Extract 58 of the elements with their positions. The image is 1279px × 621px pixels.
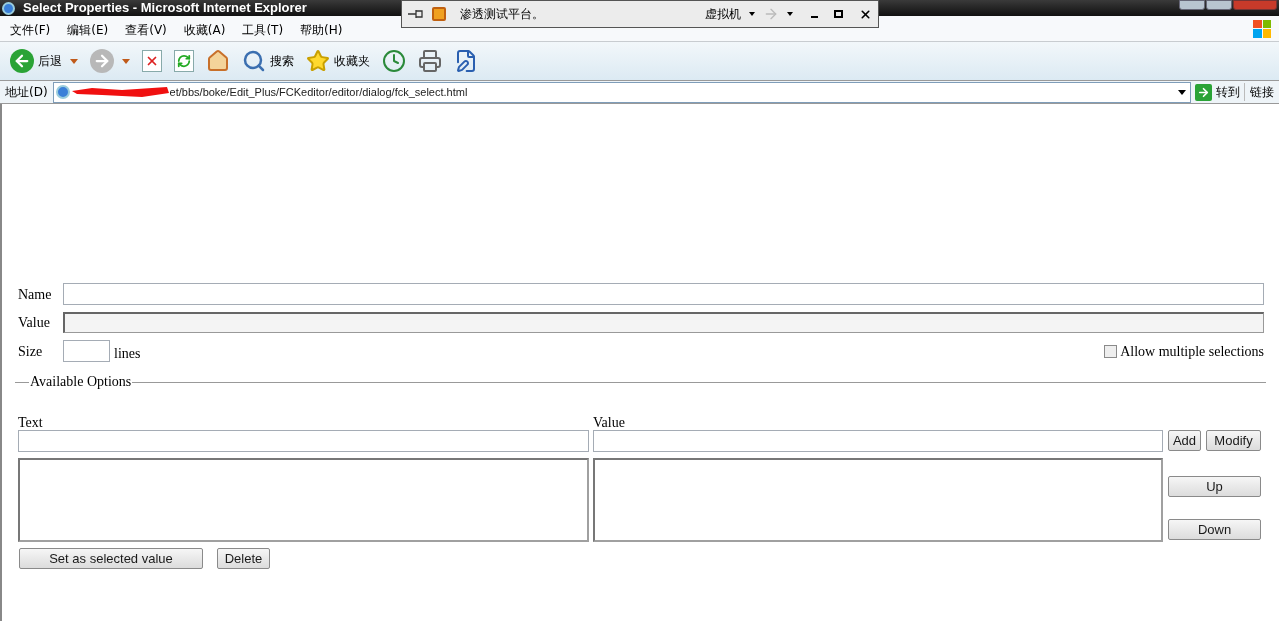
toolbar-label[interactable]: 收藏夹: [334, 52, 370, 70]
add-button[interactable]: Add: [1168, 430, 1201, 451]
maximize-button[interactable]: [1206, 0, 1232, 10]
name-label: Name: [18, 285, 53, 304]
window-title: Select Properties - Microsoft Internet Explorer: [23, 0, 307, 18]
multiple-checkbox[interactable]: [1104, 344, 1118, 358]
windows-logo-icon: [1253, 19, 1271, 38]
dropdown-caret-icon[interactable]: [787, 12, 793, 16]
pin-icon[interactable]: [408, 9, 424, 19]
vm-menu[interactable]: 虚拟机: [705, 5, 741, 23]
close-icon[interactable]: [859, 7, 872, 21]
dropdown-caret-icon[interactable]: [749, 12, 755, 16]
minimize-button[interactable]: [1179, 0, 1205, 10]
page-icon: [55, 85, 70, 99]
multiple-label: Allow multiple selections: [1120, 342, 1264, 361]
down-button[interactable]: Down: [1168, 519, 1261, 540]
toolbar-label[interactable]: 后退: [38, 52, 62, 70]
go-button[interactable]: 转到: [1191, 81, 1244, 103]
menu-item[interactable]: 帮助(H): [300, 21, 343, 39]
menu-item[interactable]: 查看(V): [125, 21, 167, 39]
address-field[interactable]: et/bbs/boke/Edit_Plus/FCKeditor/editor/dialog/fck_select.html: [52, 81, 1191, 103]
name-field[interactable]: [63, 283, 1264, 305]
ie-logo-icon: [2, 1, 15, 15]
refresh-icon[interactable]: [174, 50, 194, 72]
fieldset-legend: Available Options: [29, 375, 133, 389]
home-icon[interactable]: [206, 49, 230, 73]
toolbar-label[interactable]: 搜索: [270, 52, 294, 70]
dropdown-caret-icon[interactable]: [1178, 89, 1186, 95]
text-label: Text: [18, 414, 44, 430]
menu-item[interactable]: 工具(T): [242, 21, 284, 39]
size-field[interactable]: [63, 340, 110, 362]
star-icon[interactable]: [306, 49, 330, 73]
printer-icon[interactable]: [418, 49, 442, 73]
text-field[interactable]: [18, 430, 589, 452]
search-icon[interactable]: [242, 49, 266, 73]
menu-item[interactable]: 文件(F): [10, 21, 51, 39]
stop-icon[interactable]: [142, 50, 162, 72]
clock-icon[interactable]: [382, 49, 406, 73]
address-label: 地址(D): [4, 84, 49, 101]
vm-screen-icon: [432, 7, 446, 21]
links-label[interactable]: 链接: [1244, 83, 1279, 101]
value-option-field[interactable]: [593, 430, 1163, 452]
modify-button[interactable]: Modify: [1206, 430, 1261, 451]
size-unit: lines: [114, 344, 141, 363]
restore-icon[interactable]: [834, 10, 843, 18]
text-list[interactable]: [18, 458, 589, 542]
value-list[interactable]: [593, 458, 1163, 542]
address-text: et/bbs/boke/Edit_Plus/FCKeditor/editor/dialog/fck_select.html: [169, 84, 468, 100]
set-selected-button[interactable]: Set as selected value: [19, 548, 203, 569]
menu-item[interactable]: 收藏(A): [183, 21, 226, 39]
value-label: Value: [18, 313, 51, 332]
value-column-label: Value: [593, 414, 626, 430]
up-button[interactable]: Up: [1168, 476, 1261, 497]
menu-item[interactable]: 编辑(E): [67, 21, 109, 39]
size-label: Size: [18, 342, 44, 361]
vm-title: 渗透测试平台。: [460, 6, 544, 23]
delete-button[interactable]: Delete: [217, 548, 270, 569]
edit-icon[interactable]: [454, 49, 478, 73]
